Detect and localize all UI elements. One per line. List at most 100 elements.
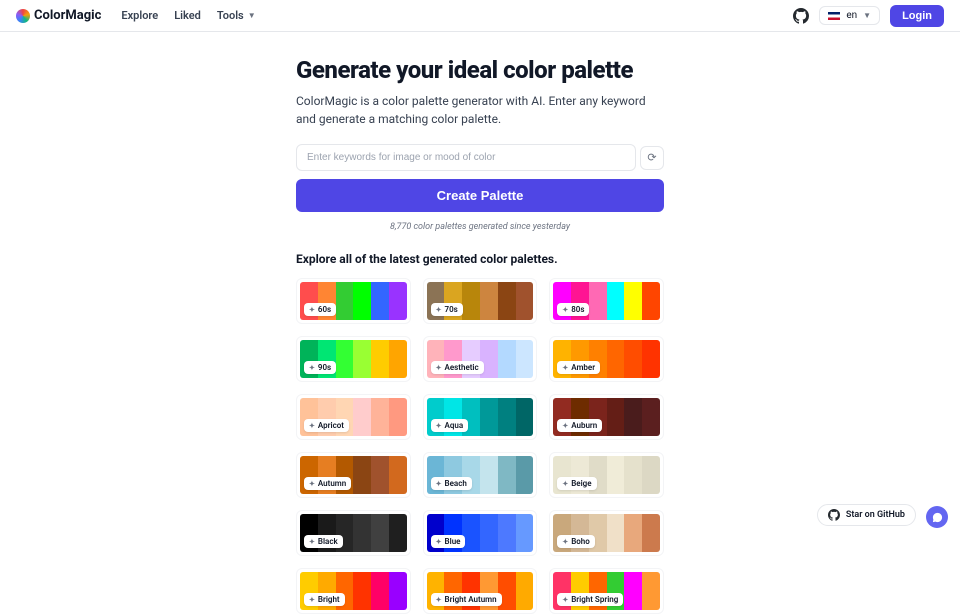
sparkle-icon: ✦ <box>562 538 568 546</box>
palette-tag: ✦90s <box>304 361 336 374</box>
github-icon <box>828 509 840 521</box>
palette-card[interactable]: ✦Bright Autumn <box>423 568 538 614</box>
palette-label: Aqua <box>445 421 464 430</box>
palette-card[interactable]: ✦Auburn <box>549 394 664 440</box>
color-swatch <box>624 282 642 320</box>
palette-tag: ✦Bright <box>304 593 345 606</box>
sparkle-icon: ✦ <box>436 364 442 372</box>
color-swatch <box>642 572 660 610</box>
header: ColorMagic Explore Liked Tools ▼ en ▼ Lo… <box>0 0 960 32</box>
color-swatch <box>389 456 407 494</box>
palette-card[interactable]: ✦Beige <box>549 452 664 498</box>
nav-links: Explore Liked Tools ▼ <box>121 9 255 22</box>
nav-liked[interactable]: Liked <box>174 9 201 22</box>
color-swatch <box>480 398 498 436</box>
color-swatch <box>516 572 534 610</box>
keyword-input[interactable] <box>296 144 636 171</box>
main: Generate your ideal color palette ColorM… <box>0 32 960 614</box>
palette-label: 80s <box>571 305 584 314</box>
sparkle-icon: ✦ <box>309 422 315 430</box>
palette-card[interactable]: ✦Aqua <box>423 394 538 440</box>
palette-label: Beach <box>445 479 467 488</box>
palette-card[interactable]: ✦Blue <box>423 510 538 556</box>
palette-tag: ✦60s <box>304 303 336 316</box>
chevron-down-icon: ▼ <box>248 11 256 20</box>
color-swatch <box>642 398 660 436</box>
color-swatch <box>371 282 389 320</box>
color-swatch <box>624 340 642 378</box>
palette-card[interactable]: ✦Bright Spring <box>549 568 664 614</box>
sparkle-icon: ✦ <box>436 538 442 546</box>
color-swatch <box>607 456 625 494</box>
palette-label: Blue <box>445 537 461 546</box>
sparkle-icon: ✦ <box>309 480 315 488</box>
sparkle-icon: ✦ <box>562 364 568 372</box>
color-swatch <box>516 398 534 436</box>
palette-card[interactable]: ✦70s <box>423 278 538 324</box>
palette-card[interactable]: ✦80s <box>549 278 664 324</box>
color-swatch <box>642 340 660 378</box>
color-swatch <box>371 340 389 378</box>
palette-card[interactable]: ✦Aesthetic <box>423 336 538 382</box>
color-swatch <box>498 398 516 436</box>
palette-card[interactable]: ✦Apricot <box>296 394 411 440</box>
color-swatch <box>462 282 480 320</box>
palette-card[interactable]: ✦Amber <box>549 336 664 382</box>
nav-explore[interactable]: Explore <box>121 9 158 22</box>
color-swatch <box>607 282 625 320</box>
color-swatch <box>516 514 534 552</box>
color-swatch <box>498 340 516 378</box>
color-swatch <box>389 514 407 552</box>
login-button[interactable]: Login <box>890 5 944 27</box>
palette-card[interactable]: ✦Autumn <box>296 452 411 498</box>
palette-card[interactable]: ✦Boho <box>549 510 664 556</box>
palette-label: Black <box>318 537 338 546</box>
logo[interactable]: ColorMagic <box>16 8 101 23</box>
palette-tag: ✦Blue <box>431 535 466 548</box>
color-swatch <box>353 514 371 552</box>
palette-label: 60s <box>318 305 331 314</box>
lang-select[interactable]: en ▼ <box>819 6 880 25</box>
color-swatch <box>624 456 642 494</box>
nav-tools-label: Tools <box>217 9 244 22</box>
color-swatch <box>389 340 407 378</box>
palette-card[interactable]: ✦Bright <box>296 568 411 614</box>
color-swatch <box>607 514 625 552</box>
color-swatch <box>589 282 607 320</box>
refresh-button[interactable]: ⟳ <box>640 146 664 170</box>
palette-tag: ✦Boho <box>557 535 594 548</box>
palette-tag: ✦Apricot <box>304 419 349 432</box>
color-swatch <box>624 514 642 552</box>
color-swatch <box>642 282 660 320</box>
color-swatch <box>607 340 625 378</box>
palette-label: Aesthetic <box>445 363 479 372</box>
github-icon[interactable] <box>793 8 809 24</box>
palette-card[interactable]: ✦60s <box>296 278 411 324</box>
color-swatch <box>353 456 371 494</box>
sparkle-icon: ✦ <box>562 596 568 604</box>
create-palette-button[interactable]: Create Palette <box>296 179 664 212</box>
header-inner: ColorMagic Explore Liked Tools ▼ en ▼ Lo… <box>16 5 944 27</box>
sparkle-icon: ✦ <box>309 306 315 314</box>
palette-tag: ✦Black <box>304 535 343 548</box>
color-swatch <box>389 398 407 436</box>
palette-label: Beige <box>571 479 591 488</box>
chat-button[interactable] <box>926 506 948 528</box>
palette-card[interactable]: ✦Beach <box>423 452 538 498</box>
github-star-label: Star on GitHub <box>846 510 905 520</box>
palette-card[interactable]: ✦Black <box>296 510 411 556</box>
sparkle-icon: ✦ <box>436 306 442 314</box>
stats-text: 8,770 color palettes generated since yes… <box>296 222 664 232</box>
color-swatch <box>480 456 498 494</box>
palette-label: Boho <box>571 537 590 546</box>
color-swatch <box>371 514 389 552</box>
palette-card[interactable]: ✦90s <box>296 336 411 382</box>
nav-tools[interactable]: Tools ▼ <box>217 9 256 22</box>
palette-label: 90s <box>318 363 331 372</box>
color-swatch <box>498 456 516 494</box>
sparkle-icon: ✦ <box>436 480 442 488</box>
github-star-button[interactable]: Star on GitHub <box>817 504 916 526</box>
container: Generate your ideal color palette ColorM… <box>296 56 664 614</box>
page-title: Generate your ideal color palette <box>296 56 664 84</box>
color-swatch <box>624 572 642 610</box>
